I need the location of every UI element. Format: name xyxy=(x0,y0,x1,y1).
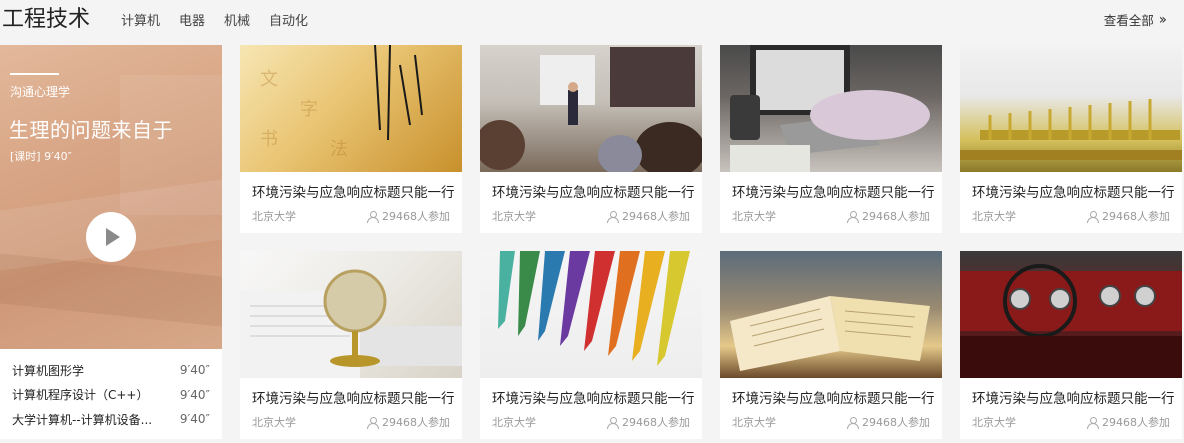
course-card[interactable]: 文字书 法 环境污染与应急响应标题只能一行 北京大学 29468人参加 xyxy=(240,45,462,233)
lesson-name: 大学计算机--计算机设备... xyxy=(12,412,153,427)
section-title: 工程技术 xyxy=(2,7,91,32)
course-thumbnail xyxy=(960,45,1182,172)
course-card[interactable]: 环境污染与应急响应标题只能一行 北京大学 29468人参加 xyxy=(960,45,1182,233)
featured-course-panel: 沟通心理学 生理的问题来自于 [课时] 9′40″ 计算机图形学 9′40″ 计… xyxy=(0,45,222,439)
double-chevron-right-icon: ›› xyxy=(1158,11,1167,28)
user-icon xyxy=(847,211,859,223)
tab-electrical[interactable]: 电器 xyxy=(179,10,205,29)
user-icon xyxy=(607,211,619,223)
lesson-item[interactable]: 计算机图形学 9′40″ xyxy=(0,358,222,383)
course-school: 北京大学 xyxy=(492,210,536,223)
lesson-name: 计算机程序设计（C++） xyxy=(12,388,149,403)
user-icon xyxy=(367,417,379,429)
tab-mechanical[interactable]: 机械 xyxy=(224,10,250,29)
course-title: 环境污染与应急响应标题只能一行 xyxy=(492,185,695,201)
course-card[interactable]: 环境污染与应急响应标题只能一行 北京大学 29468人参加 xyxy=(720,45,942,233)
course-school: 北京大学 xyxy=(252,416,296,429)
participant-count: 29468人参加 xyxy=(847,414,930,430)
tab-computer[interactable]: 计算机 xyxy=(121,10,160,29)
course-title: 环境污染与应急响应标题只能一行 xyxy=(252,391,455,407)
participant-count: 29468人参加 xyxy=(367,414,450,430)
user-icon xyxy=(1087,417,1099,429)
course-title: 环境污染与应急响应标题只能一行 xyxy=(492,391,695,407)
course-thumbnail xyxy=(960,251,1182,378)
lesson-duration: 9′40″ xyxy=(179,412,210,427)
user-icon xyxy=(367,211,379,223)
svg-text:字: 字 xyxy=(300,99,318,120)
accent-line xyxy=(10,73,59,75)
user-icon xyxy=(607,417,619,429)
category-tabs: 计算机 电器 机械 自动化 xyxy=(121,10,327,29)
course-thumbnail: 文字书 法 xyxy=(240,45,462,172)
svg-text:书: 书 xyxy=(260,129,278,150)
svg-text:文: 文 xyxy=(260,69,278,90)
course-thumbnail xyxy=(480,45,702,172)
play-icon[interactable] xyxy=(86,212,136,262)
user-icon xyxy=(1087,211,1099,223)
participant-count: 29468人参加 xyxy=(847,208,930,224)
lesson-duration: 9′40″ xyxy=(179,363,210,378)
course-card[interactable]: 环境污染与应急响应标题只能一行 北京大学 29468人参加 xyxy=(240,251,462,439)
course-title: 环境污染与应急响应标题只能一行 xyxy=(972,185,1175,201)
course-card[interactable]: 环境污染与应急响应标题只能一行 北京大学 29468人参加 xyxy=(720,251,942,439)
course-title: 环境污染与应急响应标题只能一行 xyxy=(972,391,1175,407)
participant-count: 29468人参加 xyxy=(607,414,690,430)
course-school: 北京大学 xyxy=(252,210,296,223)
participant-count: 29468人参加 xyxy=(1087,414,1170,430)
view-all-link[interactable]: 查看全部 ›› xyxy=(1103,10,1167,29)
course-title: 环境污染与应急响应标题只能一行 xyxy=(252,185,455,201)
course-school: 北京大学 xyxy=(492,416,536,429)
lesson-item[interactable]: 大学计算机--计算机设备... 9′40″ xyxy=(0,407,222,432)
course-title: 环境污染与应急响应标题只能一行 xyxy=(732,185,935,201)
course-card[interactable]: 环境污染与应急响应标题只能一行 北京大学 29468人参加 xyxy=(480,45,702,233)
lesson-duration: 9′40″ xyxy=(179,387,210,402)
svg-text:法: 法 xyxy=(330,139,348,160)
course-card[interactable]: 环境污染与应急响应标题只能一行 北京大学 29468人参加 xyxy=(960,251,1182,439)
featured-category: 沟通心理学 xyxy=(10,85,71,99)
course-card[interactable]: 环境污染与应急响应标题只能一行 北京大学 29468人参加 xyxy=(480,251,702,439)
view-all-label: 查看全部 xyxy=(1103,13,1154,28)
section-header: 工程技术 计算机 电器 机械 自动化 查看全部 ›› xyxy=(0,0,1184,36)
lesson-item[interactable]: 计算机程序设计（C++） 9′40″ xyxy=(0,383,222,408)
participant-count: 29468人参加 xyxy=(1087,208,1170,224)
featured-duration: [课时] 9′40″ xyxy=(10,150,72,163)
course-school: 北京大学 xyxy=(732,210,776,223)
participant-count: 29468人参加 xyxy=(367,208,450,224)
lesson-name: 计算机图形学 xyxy=(12,363,85,378)
featured-course-image[interactable]: 沟通心理学 生理的问题来自于 [课时] 9′40″ xyxy=(0,45,222,349)
course-school: 北京大学 xyxy=(972,416,1016,429)
participant-count: 29468人参加 xyxy=(607,208,690,224)
course-title: 环境污染与应急响应标题只能一行 xyxy=(732,391,935,407)
course-thumbnail xyxy=(480,251,702,378)
course-thumbnail xyxy=(240,251,462,378)
course-school: 北京大学 xyxy=(972,210,1016,223)
course-thumbnail xyxy=(720,251,942,378)
user-icon xyxy=(847,417,859,429)
course-thumbnail xyxy=(720,45,942,172)
featured-title: 生理的问题来自于 xyxy=(9,118,173,142)
tab-automation[interactable]: 自动化 xyxy=(269,10,308,29)
course-school: 北京大学 xyxy=(732,416,776,429)
lesson-list: 计算机图形学 9′40″ 计算机程序设计（C++） 9′40″ 大学计算机--计… xyxy=(0,358,222,432)
